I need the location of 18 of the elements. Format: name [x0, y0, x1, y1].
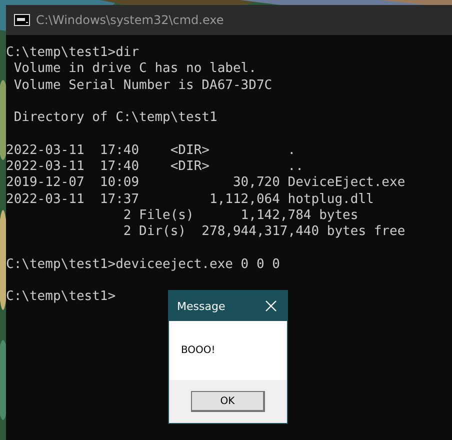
console-line: Volume in drive C has no label. [12, 61, 256, 78]
close-icon[interactable] [265, 300, 277, 312]
console-line: Volume Serial Number is DA67-3D7C [12, 78, 272, 94]
console-line: Directory of C:\temp\test1 [12, 110, 218, 126]
ok-button[interactable]: OK [191, 391, 265, 412]
console-line: 2 File(s) 1,142,784 bytes [122, 208, 358, 224]
console-line: 2022-03-11 17:40 <DIR> . [6, 142, 296, 160]
dialog-message: BOOO! [181, 345, 216, 356]
console-line: 2022-03-11 17:37 1,112,064 hotplug.dll [6, 192, 374, 208]
console-line: 2019-12-07 10:09 30,720 DeviceEject.exe [6, 175, 406, 192]
console-line: C:\temp\test1>deviceeject.exe 0 0 0 [6, 256, 280, 274]
console-line: 2 Dir(s) 278,944,317,440 bytes free [122, 224, 406, 241]
console-line: C:\temp\test1> [6, 289, 116, 306]
console-line: 2022-03-11 17:40 <DIR> .. [6, 159, 304, 176]
console-line: C:\temp\test1>dir [6, 45, 140, 62]
window-title: C:\Windows\system32\cmd.exe [36, 13, 224, 27]
dialog-title: Message [177, 300, 226, 312]
console-icon [14, 14, 30, 26]
